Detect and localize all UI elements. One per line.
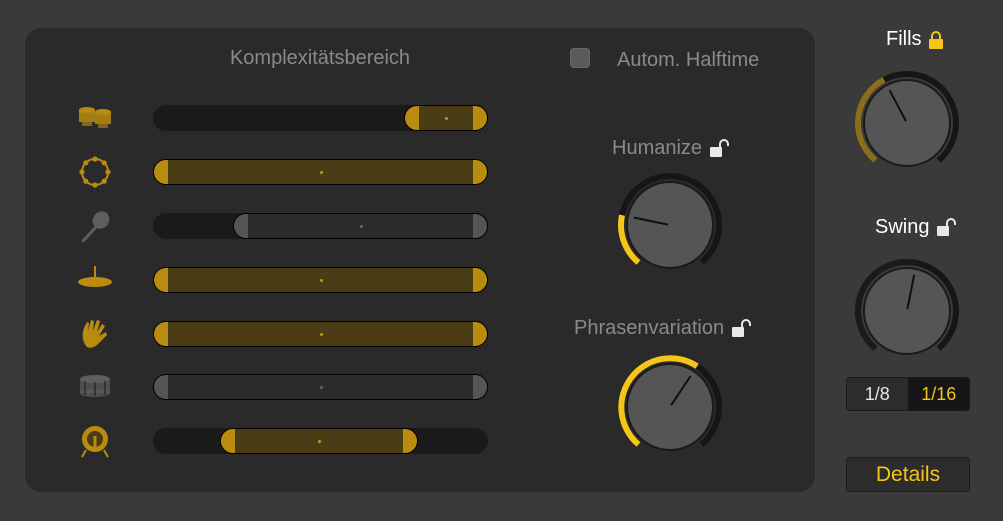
range-left-handle[interactable] xyxy=(154,322,168,346)
unlocked-lock-icon[interactable] xyxy=(708,138,730,159)
range-center-dot xyxy=(317,440,321,443)
details-button[interactable]: Details xyxy=(846,457,970,492)
resolution-eighth-button[interactable]: 1/8 xyxy=(847,378,909,410)
range-right-handle[interactable] xyxy=(473,160,487,184)
range-left-handle[interactable] xyxy=(154,160,168,184)
range-center-dot xyxy=(359,225,363,228)
humanize-knob[interactable] xyxy=(615,170,725,285)
range-left-handle[interactable] xyxy=(154,375,168,399)
hand-clap-icon xyxy=(76,316,114,352)
complexity-range-selection[interactable] xyxy=(153,267,488,293)
range-right-handle[interactable] xyxy=(473,268,487,292)
complexity-range-track[interactable] xyxy=(153,105,488,131)
snare-drum-icon xyxy=(76,369,114,405)
halftime-checkbox[interactable] xyxy=(570,48,590,68)
swing-label: Swing xyxy=(875,216,957,239)
complexity-range-title: Komplexitätsbereich xyxy=(229,47,411,69)
unlocked-lock-icon[interactable] xyxy=(935,217,957,238)
complexity-range-selection[interactable] xyxy=(153,374,488,400)
complexity-range-track[interactable] xyxy=(153,213,488,239)
range-left-handle[interactable] xyxy=(154,268,168,292)
range-center-dot xyxy=(319,279,323,282)
swing-knob[interactable] xyxy=(852,256,962,371)
halftime-label: Autom. Halftime xyxy=(617,49,760,71)
locked-lock-icon[interactable] xyxy=(927,30,945,50)
bongos-icon xyxy=(76,100,114,136)
complexity-range-track[interactable] xyxy=(153,267,488,293)
complexity-range-selection[interactable] xyxy=(404,105,488,131)
tambourine-icon xyxy=(76,154,114,190)
complexity-range-selection[interactable] xyxy=(220,428,418,454)
range-center-dot xyxy=(319,333,323,336)
swing-resolution-selector: 1/8 1/16 xyxy=(846,377,970,411)
range-left-handle[interactable] xyxy=(221,429,235,453)
complexity-range-track[interactable] xyxy=(153,159,488,185)
resolution-sixteenth-button[interactable]: 1/16 xyxy=(908,378,969,410)
complexity-range-track[interactable] xyxy=(153,428,488,454)
complexity-range-track[interactable] xyxy=(153,374,488,400)
cymbal-icon xyxy=(76,262,114,298)
range-left-handle[interactable] xyxy=(405,106,420,130)
phrase-variation-label: Phrasenvariation xyxy=(574,317,752,340)
humanize-label: Humanize xyxy=(612,137,730,160)
phrase-variation-knob[interactable] xyxy=(615,352,725,467)
unlocked-lock-icon[interactable] xyxy=(730,318,752,339)
range-right-handle[interactable] xyxy=(473,106,487,130)
complexity-range-track[interactable] xyxy=(153,321,488,347)
maraca-icon xyxy=(76,208,114,244)
complexity-range-selection[interactable] xyxy=(153,159,488,185)
range-center-dot xyxy=(319,386,323,389)
fills-knob[interactable] xyxy=(852,68,962,183)
complexity-range-selection[interactable] xyxy=(233,213,488,239)
bass-drum-icon xyxy=(76,423,114,459)
complexity-range-selection[interactable] xyxy=(153,321,488,347)
range-right-handle[interactable] xyxy=(473,322,487,346)
range-center-dot xyxy=(319,171,323,174)
range-left-handle[interactable] xyxy=(234,214,249,238)
fills-label: Fills xyxy=(886,28,945,51)
range-right-handle[interactable] xyxy=(473,375,487,399)
range-right-handle[interactable] xyxy=(402,429,417,453)
range-right-handle[interactable] xyxy=(472,214,487,238)
range-center-dot xyxy=(445,117,449,120)
